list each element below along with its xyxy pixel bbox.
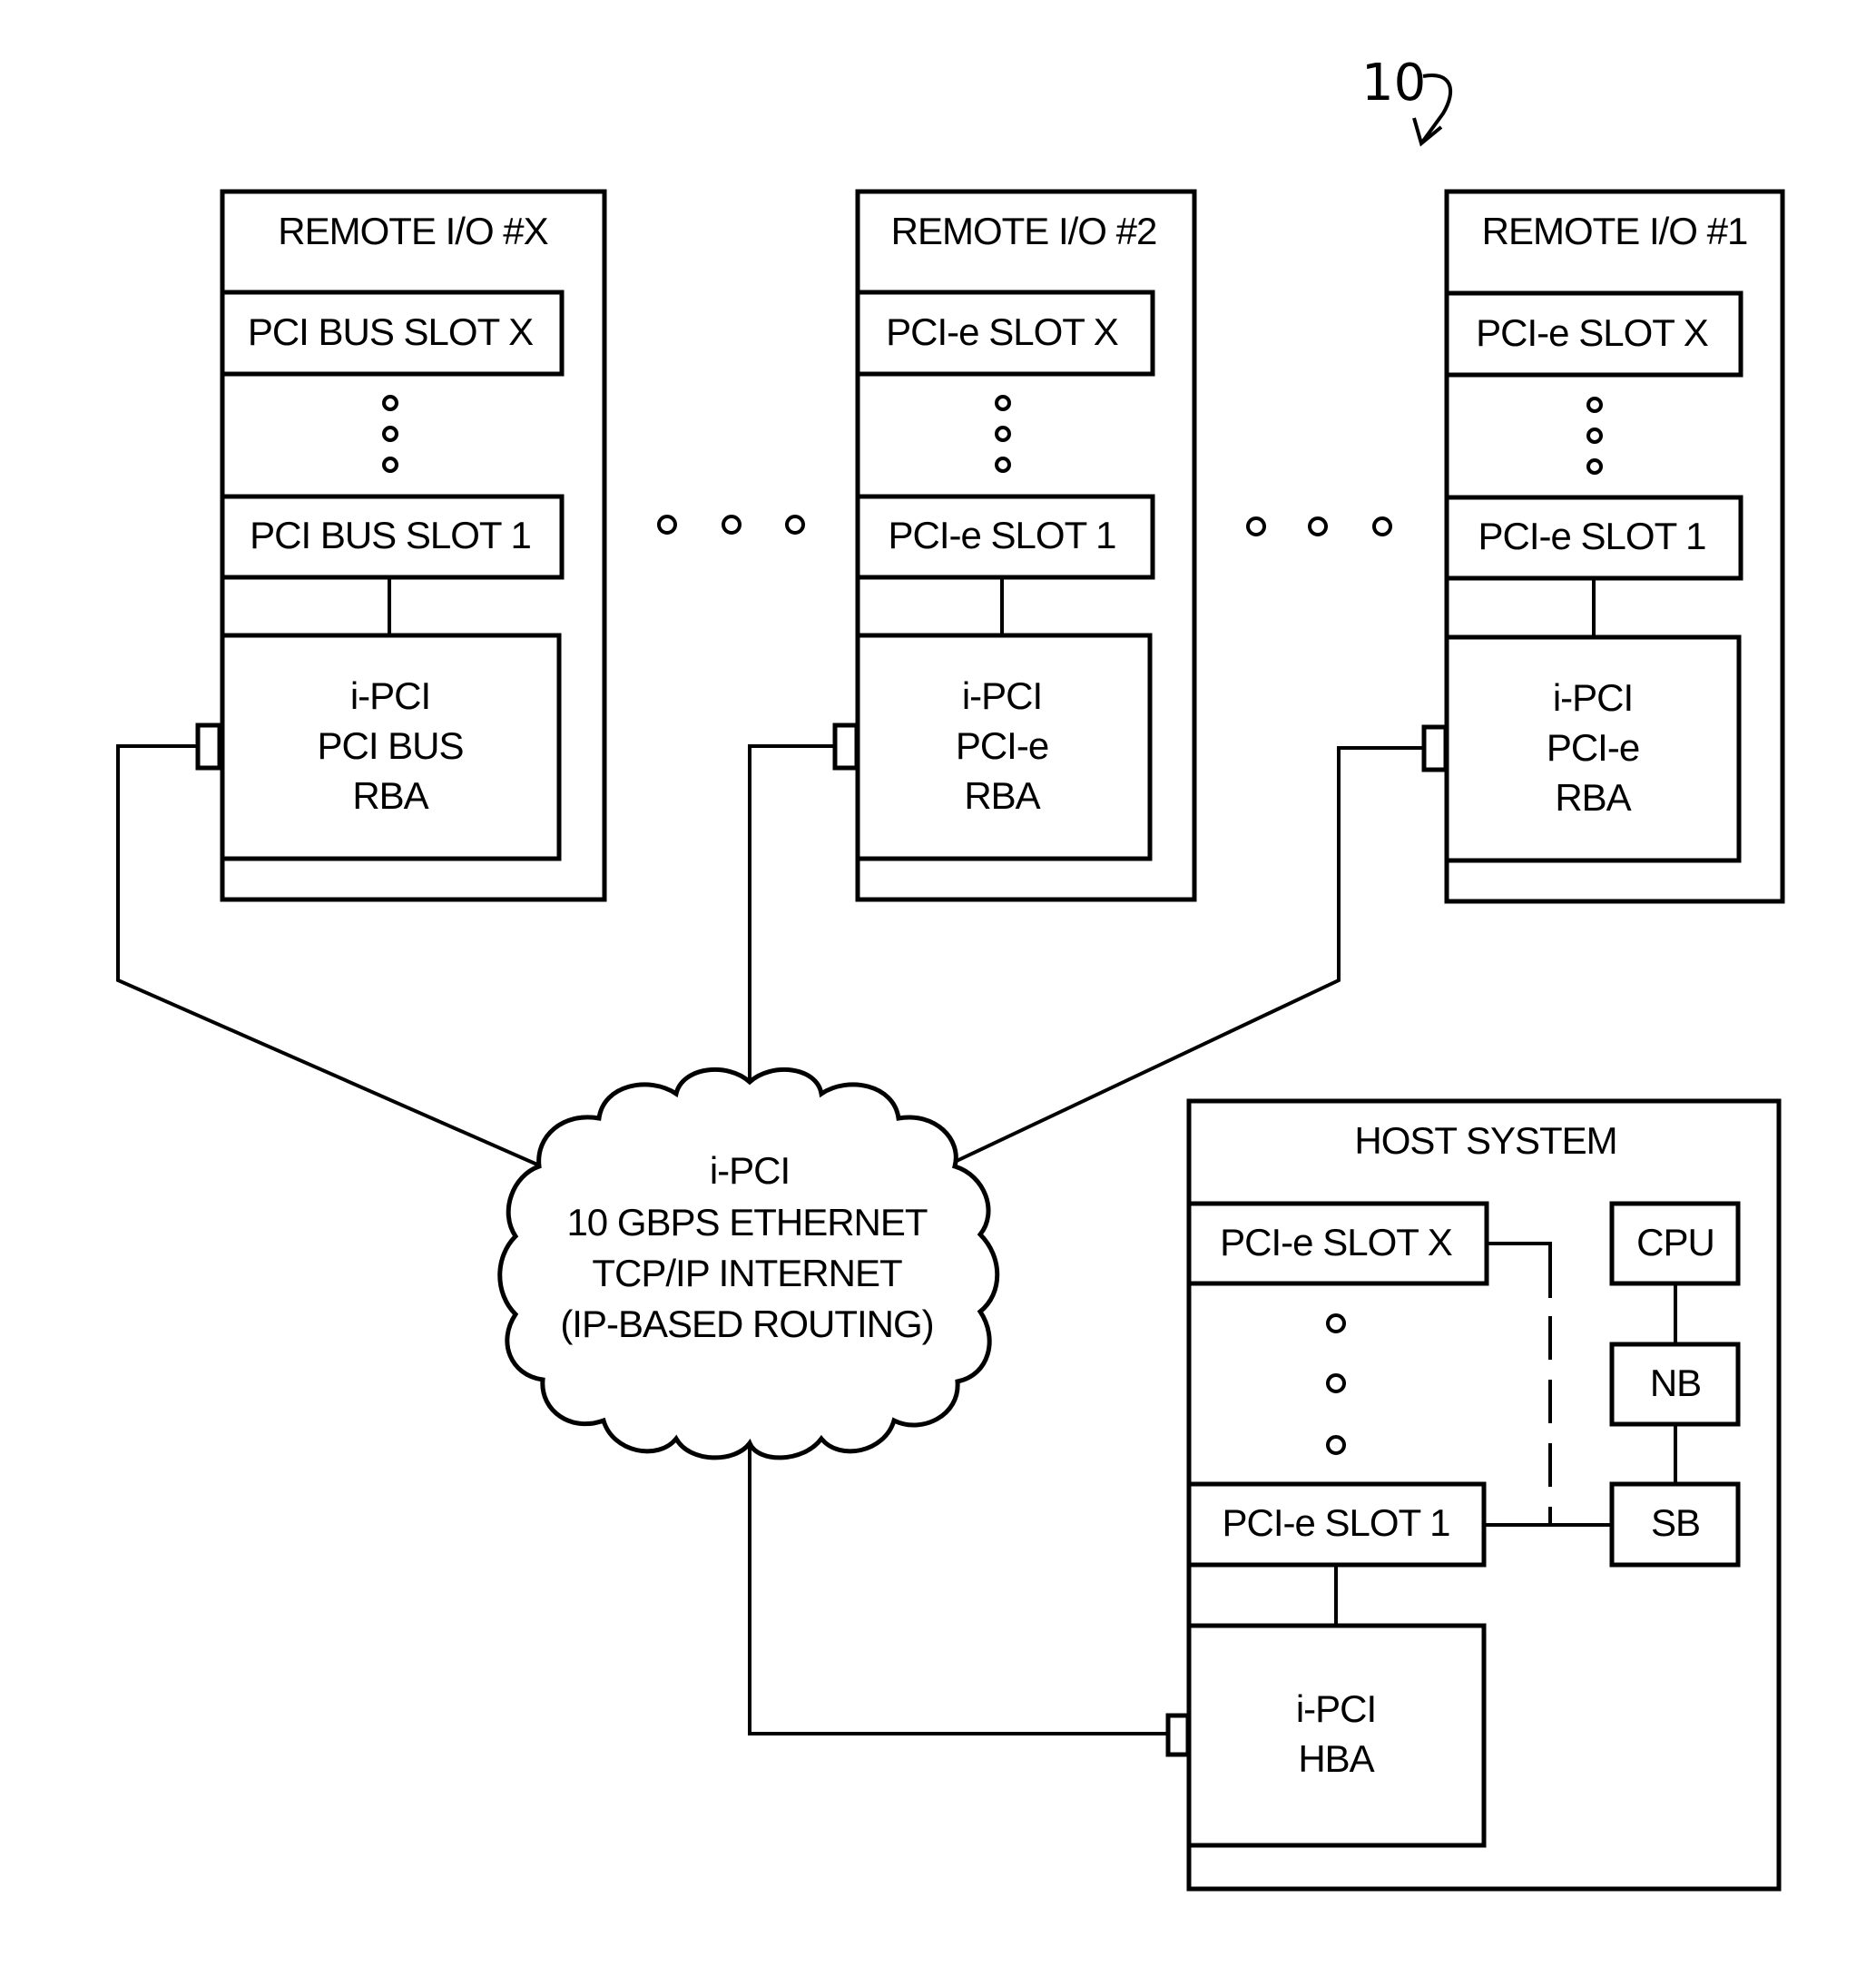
- remote-io-x-rba-line-1: i-PCI: [350, 674, 430, 717]
- host-cpu-label: CPU: [1636, 1221, 1714, 1263]
- host-hba-port-icon: [1165, 1713, 1191, 1757]
- ellipsis-dot: [382, 395, 398, 411]
- ellipsis-dot: [1586, 397, 1603, 413]
- remote-io-2-slot-1-label: PCI-e SLOT 1: [889, 514, 1116, 556]
- network-cloud: i-PCI 10 GBPS ETHERNET TCP/IP INTERNET (…: [497, 1067, 1000, 1460]
- host-hba-line-1: i-PCI: [1296, 1687, 1376, 1730]
- ellipsis-dot: [657, 515, 677, 535]
- remote-io-x-rba-line-2: PCI BUS: [317, 724, 463, 767]
- host-sb-label: SB: [1651, 1501, 1700, 1544]
- host-title: HOST SYSTEM: [1354, 1119, 1616, 1162]
- remote-io-2-rba-line-3: RBA: [964, 774, 1040, 817]
- host-slot-1-label: PCI-e SLOT 1: [1223, 1501, 1450, 1544]
- host-nb-label: NB: [1650, 1362, 1701, 1404]
- ellipsis-dot: [1246, 516, 1266, 536]
- ellipsis-dot: [785, 515, 805, 535]
- network-line-3: TCP/IP INTERNET: [592, 1252, 902, 1294]
- ellipsis-dot: [1326, 1435, 1346, 1455]
- ellipsis-dot: [995, 395, 1011, 411]
- remote-io-2-title: REMOTE I/O #2: [891, 210, 1157, 252]
- ellipsis-dot: [382, 457, 398, 473]
- network-line-4: (IP-BASED ROUTING): [560, 1303, 933, 1345]
- ellipsis-dot: [1372, 516, 1392, 536]
- remote-io-2-rba-line-1: i-PCI: [962, 674, 1042, 717]
- remote-io-1-rba-line-3: RBA: [1555, 776, 1631, 819]
- remote-io-2-port-icon: [832, 723, 859, 771]
- ellipsis-dot: [1586, 458, 1603, 475]
- ellipsis-dot: [1586, 428, 1603, 444]
- ellipsis-dot: [1326, 1313, 1346, 1333]
- host-system: HOST SYSTEM PCI-e SLOT X PCI-e SLOT 1 CP…: [1165, 1098, 1782, 1892]
- remote-io-1-slot-1-label: PCI-e SLOT 1: [1478, 515, 1706, 557]
- remote-io-x-title: REMOTE I/O #X: [278, 210, 548, 252]
- remote-io-1-rba-line-2: PCI-e: [1547, 726, 1639, 769]
- remote-io-x-slot-x-label: PCI BUS SLOT X: [248, 310, 534, 353]
- network-line-1: i-PCI: [710, 1149, 790, 1192]
- ellipsis-dot: [1308, 516, 1328, 536]
- remote-io-x-slot-1-label: PCI BUS SLOT 1: [250, 514, 531, 556]
- reference-numeral: 10: [1361, 54, 1452, 147]
- remote-io-2-slot-x-label: PCI-e SLOT X: [886, 310, 1119, 353]
- ellipsis-dot: [722, 515, 742, 535]
- ellipsis-dot: [995, 457, 1011, 473]
- link-network-to-host: [748, 1441, 1168, 1735]
- ipci-network-diagram: 10 REMOTE I/O #X PCI BUS SLOT X PCI BUS …: [116, 54, 1785, 1892]
- ellipsis-dot: [1326, 1373, 1346, 1393]
- remote-io-2-rba-line-2: PCI-e: [956, 724, 1048, 767]
- remote-io-1-slot-x-label: PCI-e SLOT X: [1476, 311, 1709, 354]
- unit-ellipsis-2: [1246, 516, 1392, 536]
- ellipsis-dot: [995, 426, 1011, 442]
- remote-io-1: REMOTE I/O #1 PCI-e SLOT X PCI-e SLOT 1 …: [1421, 189, 1785, 904]
- remote-io-1-title: REMOTE I/O #1: [1482, 210, 1748, 252]
- ellipsis-dot: [382, 426, 398, 442]
- network-line-2: 10 GBPS ETHERNET: [566, 1201, 927, 1244]
- remote-io-x: REMOTE I/O #X PCI BUS SLOT X PCI BUS SLO…: [195, 189, 607, 902]
- link-remote-io-2-to-network: [748, 744, 835, 1085]
- host-slot-x-label: PCI-e SLOT X: [1220, 1221, 1453, 1263]
- remote-io-2: REMOTE I/O #2 PCI-e SLOT X PCI-e SLOT 1 …: [832, 189, 1197, 902]
- host-hba: [1186, 1623, 1487, 1848]
- host-hba-line-2: HBA: [1298, 1737, 1374, 1780]
- remote-io-1-port-icon: [1421, 724, 1449, 772]
- remote-io-1-rba-line-1: i-PCI: [1553, 676, 1633, 719]
- reference-numeral-label: 10: [1361, 54, 1426, 113]
- remote-io-x-port-icon: [195, 723, 222, 771]
- remote-io-x-rba-line-3: RBA: [352, 774, 428, 817]
- unit-ellipsis-1: [657, 515, 805, 535]
